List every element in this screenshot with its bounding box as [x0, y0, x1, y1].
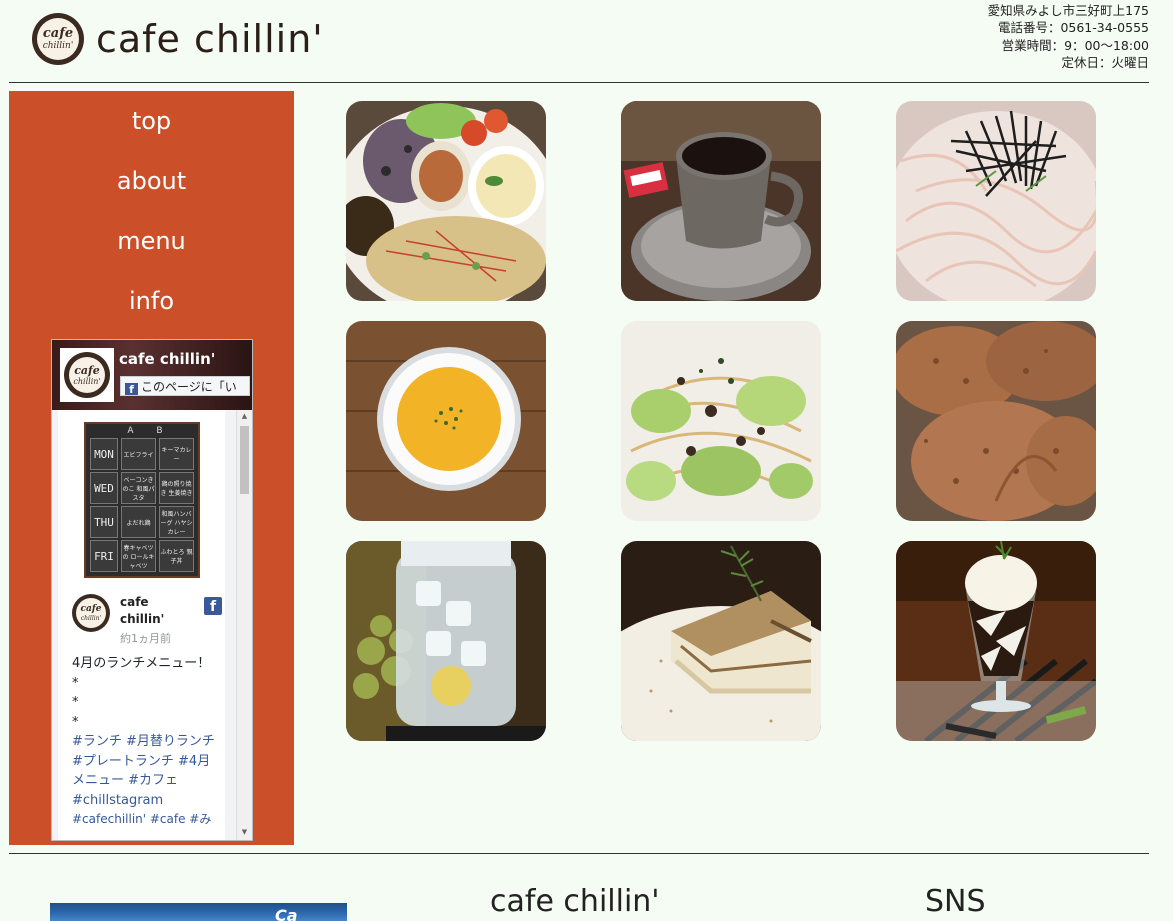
post-image-menu-board[interactable]: A B MON エビフライ キーマカレー WED ベーコンきのこ 和風パスタ 鶏…	[84, 422, 200, 578]
store-hours: 営業時間：9：00～18:00	[1001, 37, 1149, 53]
facebook-cover: cafe chillin' cafe chillin' f このページに「い	[52, 340, 252, 410]
post-author-avatar[interactable]: cafe chillin'	[72, 594, 110, 632]
post-text-line: 4月のランチメニュー！	[72, 656, 211, 671]
post-body: 4月のランチメニュー！ * * * #ランチ #月替りランチ #プレートランチ …	[72, 654, 217, 830]
post-text-star: *	[72, 714, 79, 730]
board-row: THU よだれ鶏 和風ハンバーグ ハヤシカレー	[90, 506, 194, 538]
nav-item-top[interactable]: top	[9, 91, 294, 151]
photo-coffee-cup[interactable]	[621, 101, 821, 301]
store-address: 愛知県みよし市三好町上175	[987, 3, 1149, 18]
photo-ume-syrup-jar[interactable]	[346, 541, 546, 741]
like-button-label: このページに「い	[141, 380, 237, 394]
site-title[interactable]: cafe chillin'	[96, 17, 324, 61]
store-phone: 電話番号：0561-34-0555	[997, 20, 1149, 36]
scrollbar-thumb[interactable]	[240, 426, 249, 494]
cafe-logo[interactable]: cafe chillin'	[32, 13, 84, 65]
store-closed-day: 定休日：火曜日	[1061, 55, 1149, 71]
scroll-up-icon[interactable]: ▲	[237, 412, 252, 420]
store-info: 愛知県みよし市三好町上175 電話番号：0561-34-0555 営業時間：9：…	[988, 2, 1149, 72]
board-col-a: A	[127, 426, 134, 436]
site-header: cafe chillin' cafe chillin' 愛知県みよし市三好町上1…	[9, 0, 1149, 83]
board-day: MON	[90, 438, 118, 470]
post-timestamp[interactable]: 約1ヵ月前	[120, 630, 171, 646]
post-hashtags[interactable]: #ランチ #月替りランチ #プレートランチ #4月メニュー #カフェ #chil…	[72, 732, 217, 810]
board-item: 和風ハンバーグ ハヤシカレー	[159, 506, 194, 538]
footer-divider	[9, 853, 1149, 854]
board-day: WED	[90, 472, 118, 504]
photo-coffee-jelly-parfait[interactable]	[896, 541, 1096, 741]
post-header: cafe chillin' cafe chillin' 約1ヵ月前 f	[72, 592, 222, 645]
post-author-name[interactable]: cafe chillin'	[120, 594, 186, 628]
post-avatar-text-chillin: chillin'	[80, 614, 102, 622]
board-day: THU	[90, 506, 118, 538]
board-col-b: B	[156, 426, 163, 436]
footer-sns-heading: SNS	[925, 884, 986, 919]
post-avatar-text-cafe: cafe	[80, 603, 102, 614]
facebook-icon: f	[125, 383, 138, 395]
main-nav: top about menu info	[9, 91, 294, 331]
avatar-text-cafe: cafe	[74, 363, 100, 377]
nav-item-menu[interactable]: menu	[9, 211, 294, 271]
facebook-page-avatar[interactable]: cafe chillin'	[60, 348, 114, 402]
board-item: よだれ鶏	[121, 506, 156, 538]
facebook-page-widget: cafe chillin' cafe chillin' f このページに「い A …	[51, 339, 253, 841]
board-item: キーマカレー	[159, 438, 194, 470]
board-item: ふわとろ 親子丼	[159, 540, 194, 572]
storefront-sign: Ca	[275, 906, 298, 921]
board-row: MON エビフライ キーマカレー	[90, 438, 194, 470]
sidebar: top about menu info cafe chillin' cafe c…	[9, 91, 294, 845]
facebook-icon[interactable]: f	[204, 597, 222, 615]
photo-cabbage-pasta[interactable]	[621, 321, 821, 521]
nav-item-info[interactable]: info	[9, 271, 294, 331]
facebook-feed[interactable]: A B MON エビフライ キーマカレー WED ベーコンきのこ 和風パスタ 鶏…	[52, 410, 237, 840]
nav-item-about[interactable]: about	[9, 151, 294, 211]
post-hashtags-more[interactable]: #cafechillin' #cafe #み	[72, 810, 217, 830]
logo-text-cafe: cafe	[42, 26, 74, 41]
facebook-post: A B MON エビフライ キーマカレー WED ベーコンきのこ 和風パスタ 鶏…	[58, 410, 225, 840]
post-text-star: *	[72, 675, 79, 691]
photo-mentaiko-pasta[interactable]	[896, 101, 1096, 301]
board-day: FRI	[90, 540, 118, 572]
board-row: WED ベーコンきのこ 和風パスタ 鶏の照り焼き 生姜焼き	[90, 472, 194, 504]
logo-text-chillin: chillin'	[42, 41, 74, 51]
board-item: エビフライ	[121, 438, 156, 470]
photo-tiramisu[interactable]	[621, 541, 821, 741]
board-item: ベーコンきのこ 和風パスタ	[121, 472, 156, 504]
photo-pumpkin-soup[interactable]	[346, 321, 546, 521]
avatar-text-chillin: chillin'	[73, 376, 101, 386]
footer-storefront-photo: Ca	[50, 903, 347, 921]
footer-title: cafe chillin'	[490, 884, 660, 919]
board-row: FRI 春キャベツの ロールキャベツ ふわとろ 親子丼	[90, 540, 194, 572]
feed-scrollbar[interactable]: ▲ ▼	[236, 410, 252, 840]
post-text-star: *	[72, 695, 79, 710]
board-item: 春キャベツの ロールキャベツ	[121, 540, 156, 572]
photo-lunch-plate[interactable]	[346, 101, 546, 301]
scroll-down-icon[interactable]: ▼	[237, 828, 252, 836]
photo-roast-chicken[interactable]	[896, 321, 1096, 521]
facebook-like-button[interactable]: f このページに「い	[120, 376, 250, 396]
board-item: 鶏の照り焼き 生姜焼き	[159, 472, 194, 504]
facebook-page-name[interactable]: cafe chillin'	[119, 350, 215, 368]
